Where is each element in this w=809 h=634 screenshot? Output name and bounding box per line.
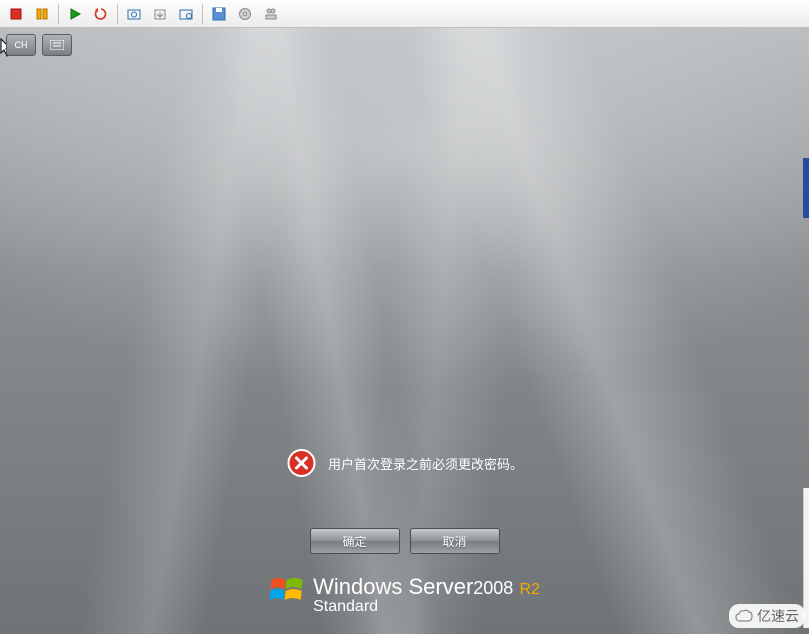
- brand-prefix: Windows: [313, 574, 402, 599]
- pause-button[interactable]: [30, 3, 54, 25]
- toolbar-separator: [58, 4, 59, 24]
- snapshot-button[interactable]: [122, 3, 146, 25]
- ok-button[interactable]: 确定: [310, 528, 400, 554]
- brand-year: 2008: [473, 578, 513, 598]
- toolbar-separator: [202, 4, 203, 24]
- brand-server: Server: [408, 574, 473, 599]
- refresh-button[interactable]: [89, 3, 113, 25]
- error-icon: [286, 448, 316, 478]
- brand-edition: Standard: [313, 598, 540, 616]
- side-decoration: [803, 158, 809, 218]
- windows-logo-icon: [269, 574, 303, 608]
- keyboard-icon: [50, 40, 64, 50]
- os-branding: Windows Server2008 R2 Standard: [269, 574, 540, 616]
- cancel-button[interactable]: 取消: [410, 528, 500, 554]
- message-text: 用户首次登录之前必须更改密码。: [328, 454, 523, 473]
- watermark: 亿速云: [729, 604, 805, 628]
- stop-button[interactable]: [4, 3, 28, 25]
- language-button[interactable]: CH: [6, 34, 36, 56]
- watermark-text: 亿速云: [757, 606, 799, 626]
- vm-viewport[interactable]: CH 用户首次登录之前必须更改密码。 确定 取消 Windows Server2…: [0, 28, 809, 634]
- cdrom-button[interactable]: [233, 3, 257, 25]
- vm-toolbar: [0, 0, 809, 28]
- play-button[interactable]: [63, 3, 87, 25]
- network-button[interactable]: [259, 3, 283, 25]
- toolbar-separator: [117, 4, 118, 24]
- cloud-icon: [735, 609, 753, 623]
- accessibility-button[interactable]: [42, 34, 72, 56]
- side-decoration: [803, 488, 809, 628]
- brand-r2: R2: [519, 581, 539, 598]
- login-message: 用户首次登录之前必须更改密码。: [286, 448, 523, 478]
- manage-button[interactable]: [174, 3, 198, 25]
- floppy-button[interactable]: [207, 3, 231, 25]
- revert-button[interactable]: [148, 3, 172, 25]
